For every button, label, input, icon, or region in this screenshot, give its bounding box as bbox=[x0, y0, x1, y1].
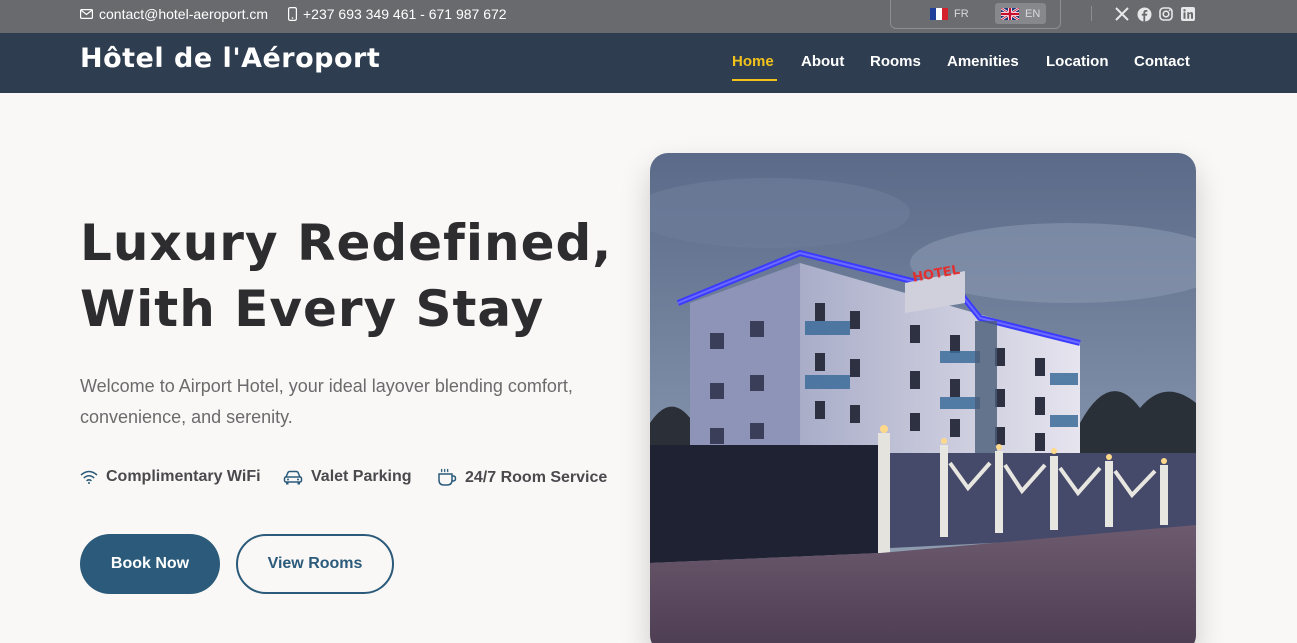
feature-wifi-label: Complimentary WiFi bbox=[106, 468, 261, 485]
nav-link-about[interactable]: About bbox=[801, 53, 844, 70]
feature-room-service-label: 24/7 Room Service bbox=[465, 468, 608, 486]
france-flag-icon bbox=[930, 7, 948, 20]
nav-link-contact[interactable]: Contact bbox=[1134, 53, 1190, 70]
mobile-phone-icon bbox=[288, 6, 297, 21]
email-text: contact@hotel-aeroport.cm bbox=[99, 5, 269, 22]
language-fr-label: FR bbox=[954, 7, 969, 20]
hero-subtitle-line-1: Welcome to Airport Hotel, your ideal lay… bbox=[80, 376, 573, 396]
car-icon bbox=[283, 470, 303, 484]
hero-title-line-2: With Every Stay bbox=[80, 280, 545, 338]
nav-link-amenities[interactable]: Amenities bbox=[947, 53, 1019, 70]
phone-text: +237 693 349 461 - 671 987 672 bbox=[303, 5, 507, 22]
hero-title: Luxury Redefined, With Every Stay bbox=[80, 210, 640, 342]
nav-link-location[interactable]: Location bbox=[1046, 53, 1109, 70]
language-en-label: EN bbox=[1025, 7, 1041, 20]
nav-link-home[interactable]: Home bbox=[732, 53, 774, 70]
language-fr[interactable]: FR bbox=[924, 3, 975, 24]
uk-flag-icon bbox=[1001, 7, 1019, 20]
contact-phone[interactable]: +237 693 349 461 - 671 987 672 bbox=[288, 0, 507, 27]
brand-logo-text[interactable]: Hôtel de l'Aéroport bbox=[80, 43, 380, 74]
hero-subtitle: Welcome to Airport Hotel, your ideal lay… bbox=[80, 371, 620, 433]
language-en[interactable]: EN bbox=[995, 3, 1047, 24]
hero-subtitle-line-2: convenience, and serenity. bbox=[80, 407, 293, 427]
topbar-divider bbox=[1091, 6, 1092, 21]
view-rooms-button[interactable]: View Rooms bbox=[236, 534, 394, 594]
wifi-icon bbox=[80, 470, 98, 484]
feature-parking: Valet Parking bbox=[283, 468, 412, 486]
feature-room-service: 24/7 Room Service bbox=[437, 468, 607, 487]
top-bar: contact@hotel-aeroport.cm +237 693 349 4… bbox=[0, 0, 1297, 33]
coffee-cup-icon bbox=[438, 468, 457, 486]
instagram-icon[interactable] bbox=[1158, 6, 1174, 22]
contact-email[interactable]: contact@hotel-aeroport.cm bbox=[80, 0, 268, 27]
hotel-exterior-image: HOTEL bbox=[650, 153, 1196, 643]
book-now-button[interactable]: Book Now bbox=[80, 534, 220, 594]
x-icon[interactable] bbox=[1114, 6, 1130, 22]
envelope-icon bbox=[80, 8, 93, 19]
main-navbar: Hôtel de l'Aéroport Home About Rooms Ame… bbox=[0, 33, 1297, 93]
hero-title-line-1: Luxury Redefined, bbox=[80, 214, 613, 272]
feature-wifi: Complimentary WiFi bbox=[80, 468, 261, 486]
linkedin-icon[interactable] bbox=[1180, 6, 1196, 22]
feature-parking-label: Valet Parking bbox=[311, 468, 412, 485]
nav-active-indicator bbox=[732, 79, 777, 81]
language-switcher: FR EN bbox=[890, 0, 1061, 29]
nav-link-rooms[interactable]: Rooms bbox=[870, 53, 921, 70]
facebook-icon[interactable] bbox=[1136, 6, 1152, 22]
